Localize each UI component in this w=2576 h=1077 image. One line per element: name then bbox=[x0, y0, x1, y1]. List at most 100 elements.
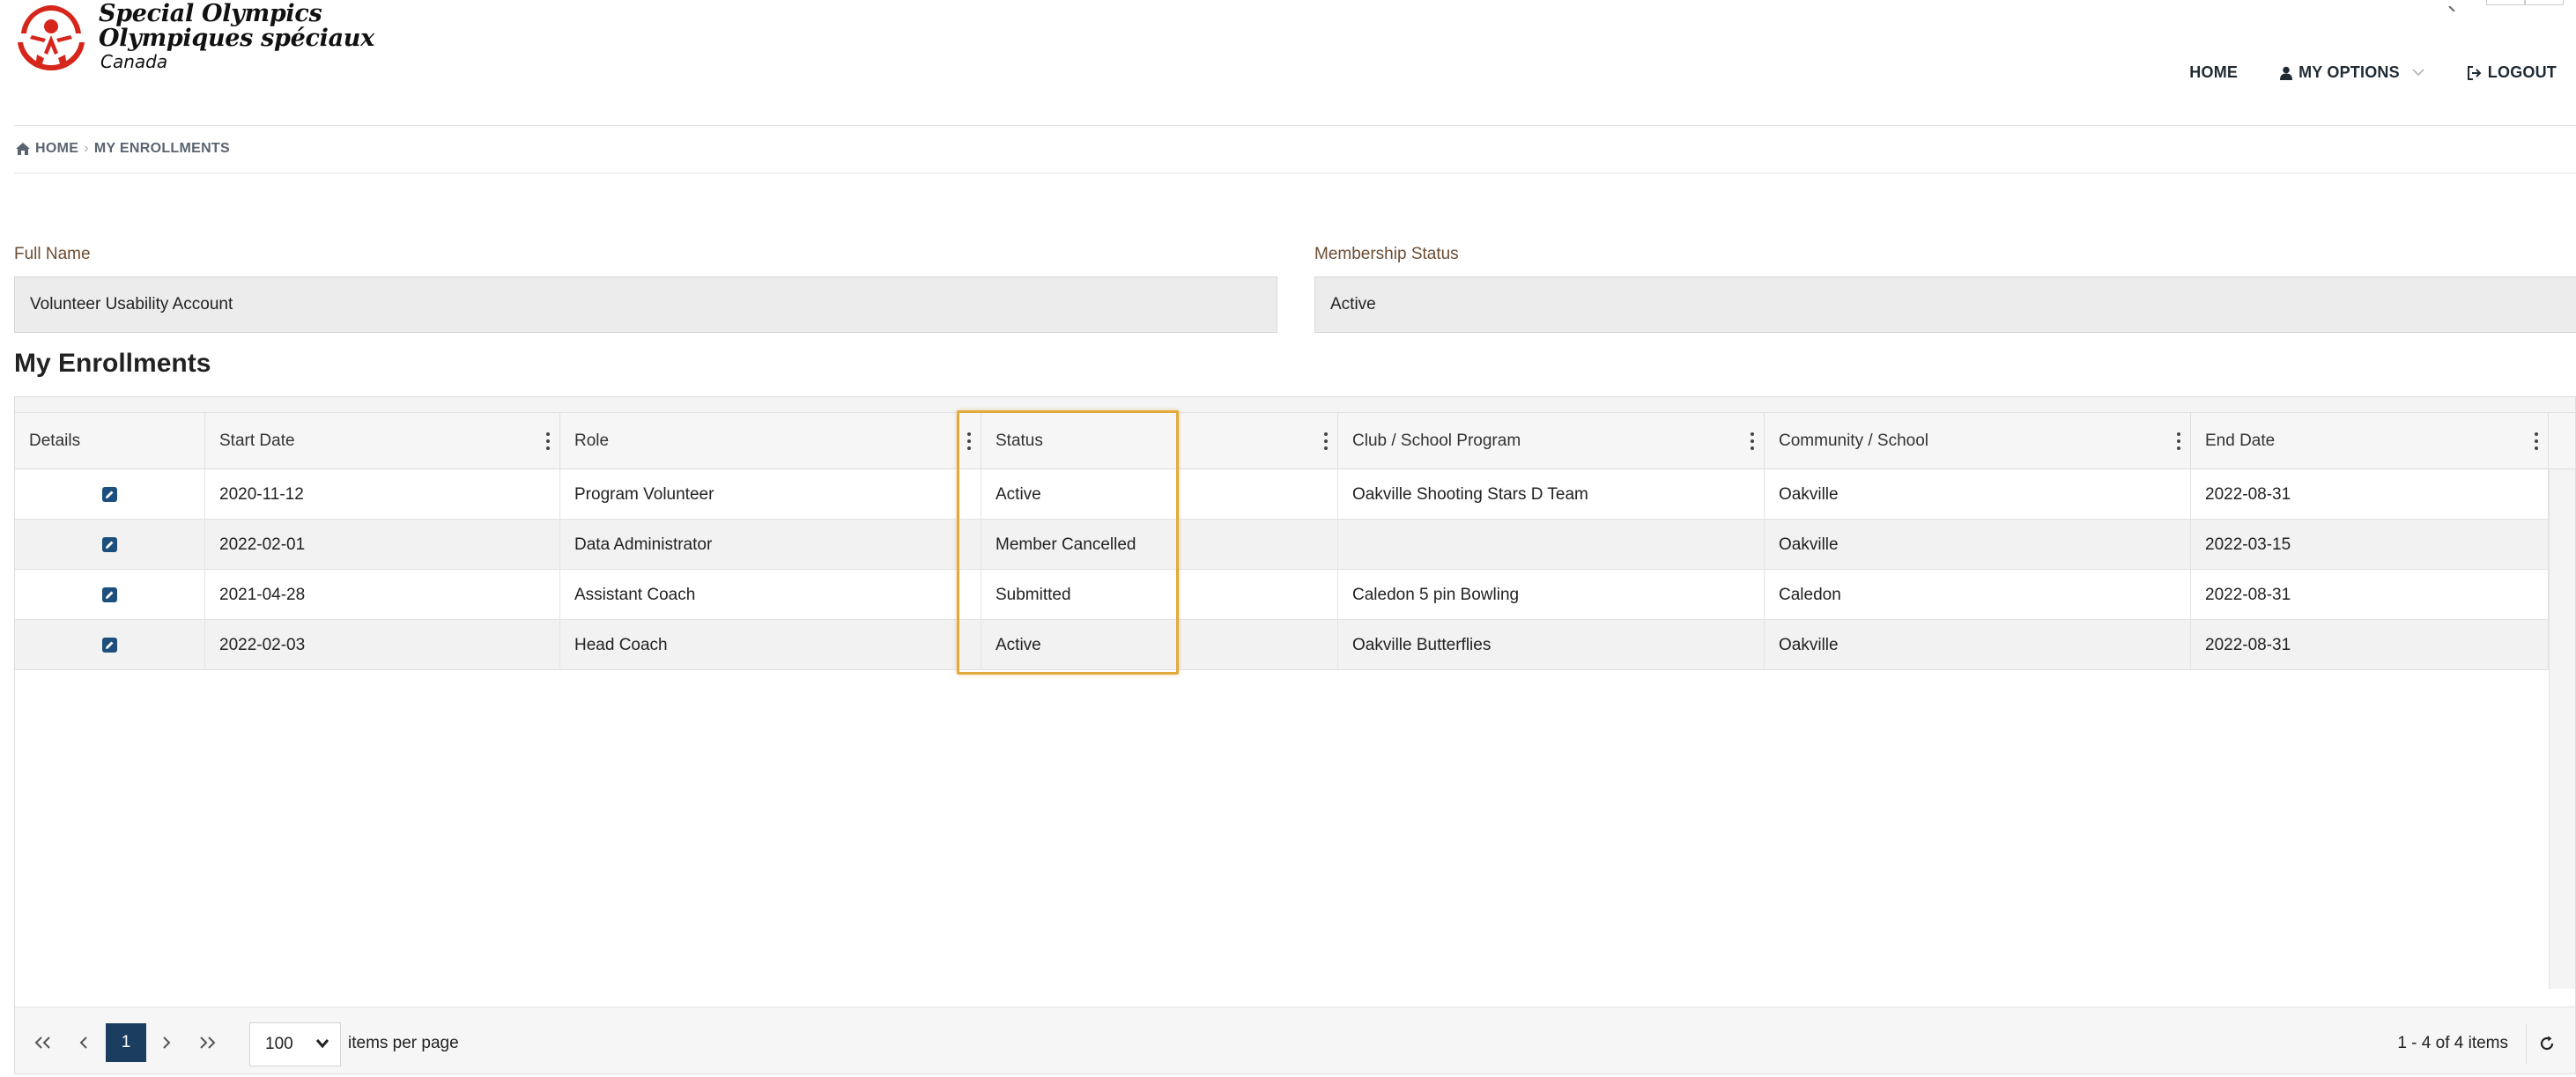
column-menu-icon[interactable] bbox=[545, 432, 551, 450]
items-per-page-label: items per page bbox=[348, 1034, 459, 1052]
column-header-club-program[interactable]: Club / School Program bbox=[1338, 413, 1765, 469]
column-header-role-label: Role bbox=[574, 432, 610, 450]
refresh-button[interactable] bbox=[2526, 1023, 2566, 1064]
first-page-button[interactable] bbox=[24, 1023, 63, 1062]
chevron-right-icon bbox=[163, 1036, 171, 1049]
main-nav: HOME MY OPTIONS LOGOUT bbox=[2189, 63, 2557, 82]
sign-out-icon bbox=[2467, 65, 2482, 80]
breadcrumb-current: MY ENROLLMENTS bbox=[93, 141, 230, 156]
logo-wordmark: Special Olympics Olympiques spéciaux Can… bbox=[99, 2, 374, 73]
table-row[interactable]: 2022-02-03 Head Coach Active Oakville Bu… bbox=[15, 620, 2549, 670]
grid-body: 2020-11-12 Program Volunteer Active Oakv… bbox=[15, 469, 2575, 989]
nav-logout-label: LOGOUT bbox=[2487, 63, 2557, 81]
nav-logout[interactable]: LOGOUT bbox=[2467, 63, 2557, 82]
top-button-stub-1[interactable] bbox=[2486, 0, 2525, 5]
role-cell: Assistant Coach bbox=[560, 570, 981, 620]
pager-info: 1 - 4 of 4 items bbox=[2397, 1034, 2508, 1052]
grid-toolbar bbox=[15, 397, 2575, 413]
column-header-start-date[interactable]: Start Date bbox=[205, 413, 560, 469]
double-chevron-left-icon bbox=[34, 1036, 50, 1049]
current-page-button[interactable]: 1 bbox=[106, 1023, 146, 1062]
nav-my-options-label: MY OPTIONS bbox=[2298, 63, 2400, 81]
membership-status-field: Active bbox=[1314, 277, 2576, 333]
full-name-value: Volunteer Usability Account bbox=[30, 295, 233, 314]
chevron-left-icon bbox=[79, 1036, 87, 1049]
column-header-status[interactable]: Status bbox=[981, 413, 1338, 469]
previous-page-button[interactable] bbox=[64, 1023, 103, 1062]
chevron-down-icon bbox=[2412, 69, 2424, 77]
logo-line-french: Olympiques spéciaux bbox=[99, 25, 374, 52]
community-cell: Oakville bbox=[1765, 520, 2191, 570]
start-date-cell: 2022-02-01 bbox=[205, 520, 560, 570]
top-button-stub-2[interactable] bbox=[2525, 0, 2564, 5]
last-page-button[interactable] bbox=[188, 1023, 226, 1062]
table-row[interactable]: 2020-11-12 Program Volunteer Active Oakv… bbox=[15, 469, 2549, 520]
start-date-cell: 2021-04-28 bbox=[205, 570, 560, 620]
special-olympics-logo[interactable]: Special Olympics Olympiques spéciaux Can… bbox=[14, 0, 374, 79]
column-header-status-label: Status bbox=[996, 432, 1043, 450]
membership-status-label: Membership Status bbox=[1314, 245, 1459, 263]
nav-home-label: HOME bbox=[2189, 63, 2239, 81]
nav-my-options[interactable]: MY OPTIONS bbox=[2280, 63, 2424, 82]
edit-icon[interactable] bbox=[102, 638, 117, 653]
page-size-value: 100 bbox=[265, 1035, 293, 1053]
start-date-cell: 2020-11-12 bbox=[205, 469, 560, 520]
column-menu-icon[interactable] bbox=[1323, 432, 1329, 450]
header-divider bbox=[14, 125, 2576, 126]
page-size-select[interactable]: 100 bbox=[249, 1022, 341, 1066]
club-program-cell bbox=[1338, 520, 1765, 570]
details-cell bbox=[15, 469, 205, 520]
breadcrumb-home[interactable]: HOME bbox=[35, 141, 78, 157]
status-cell: Active bbox=[981, 469, 1338, 520]
column-header-details[interactable]: Details bbox=[15, 413, 205, 469]
column-menu-icon[interactable] bbox=[2176, 432, 2181, 450]
club-program-cell: Oakville Shooting Stars D Team bbox=[1338, 469, 1765, 520]
role-cell: Data Administrator bbox=[560, 520, 981, 570]
column-menu-icon[interactable] bbox=[1750, 432, 1755, 450]
details-cell bbox=[15, 520, 205, 570]
edit-icon[interactable] bbox=[102, 537, 117, 552]
column-header-end-date-label: End Date bbox=[2205, 432, 2276, 450]
refresh-icon bbox=[2540, 1036, 2553, 1051]
next-page-button[interactable] bbox=[147, 1023, 186, 1062]
site-header: Special Olympics Olympiques spéciaux Can… bbox=[0, 0, 2576, 125]
table-row[interactable]: 2021-04-28 Assistant Coach Submitted Cal… bbox=[15, 570, 2549, 620]
status-cell: Active bbox=[981, 620, 1338, 670]
top-search-stub bbox=[2447, 0, 2455, 12]
search-icon bbox=[2448, 5, 2455, 12]
status-cell: Submitted bbox=[981, 570, 1338, 620]
column-header-details-label: Details bbox=[29, 432, 81, 450]
double-chevron-right-icon bbox=[200, 1036, 216, 1049]
end-date-cell: 2022-03-15 bbox=[2191, 520, 2549, 570]
column-header-community-label: Community / School bbox=[1779, 432, 1929, 450]
details-cell bbox=[15, 620, 205, 670]
full-name-label: Full Name bbox=[14, 245, 91, 263]
full-name-field: Volunteer Usability Account bbox=[14, 277, 1277, 333]
column-header-start-date-label: Start Date bbox=[219, 432, 295, 450]
home-icon[interactable] bbox=[16, 143, 30, 155]
column-menu-icon[interactable] bbox=[966, 432, 972, 450]
column-header-community[interactable]: Community / School bbox=[1765, 413, 2191, 469]
user-icon bbox=[2280, 66, 2293, 80]
breadcrumb: HOME › MY ENROLLMENTS bbox=[16, 141, 230, 157]
role-cell: Program Volunteer bbox=[560, 469, 981, 520]
club-program-cell: Caledon 5 pin Bowling bbox=[1338, 570, 1765, 620]
column-header-role[interactable]: Role bbox=[560, 413, 981, 469]
community-cell: Oakville bbox=[1765, 469, 2191, 520]
edit-icon[interactable] bbox=[102, 487, 117, 502]
column-menu-icon[interactable] bbox=[2534, 432, 2539, 450]
edit-icon[interactable] bbox=[102, 587, 117, 602]
logo-line-country: Canada bbox=[100, 51, 168, 72]
column-header-end-date[interactable]: End Date bbox=[2191, 413, 2549, 469]
club-program-cell: Oakville Butterflies bbox=[1338, 620, 1765, 670]
end-date-cell: 2022-08-31 bbox=[2191, 469, 2549, 520]
grid-pager: 1 100 items per page 1 - 4 of 4 items bbox=[15, 1007, 2575, 1073]
nav-home[interactable]: HOME bbox=[2189, 63, 2238, 82]
grid-header: Details Start Date Role Status Club / Sc… bbox=[15, 413, 2575, 469]
table-row[interactable]: 2022-02-01 Data Administrator Member Can… bbox=[15, 520, 2549, 570]
vertical-scrollbar[interactable] bbox=[2549, 469, 2575, 989]
end-date-cell: 2022-08-31 bbox=[2191, 570, 2549, 620]
community-cell: Oakville bbox=[1765, 620, 2191, 670]
community-cell: Caledon bbox=[1765, 570, 2191, 620]
column-header-club-program-label: Club / School Program bbox=[1352, 432, 1521, 450]
